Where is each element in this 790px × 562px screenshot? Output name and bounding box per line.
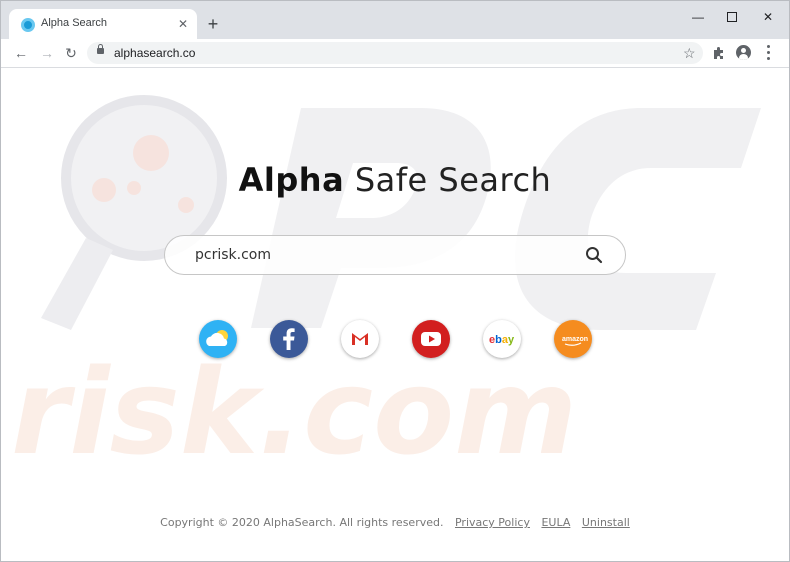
- tab-strip: Alpha Search ✕ + — ✕: [1, 1, 789, 39]
- address-bar[interactable]: alphasearch.co ☆: [87, 42, 703, 64]
- svg-text:amazon: amazon: [562, 336, 588, 343]
- tab-alpha-search[interactable]: Alpha Search ✕: [9, 9, 197, 39]
- gmail-shortcut[interactable]: [341, 320, 379, 358]
- page-title: Alpha Safe Search: [1, 161, 789, 199]
- page-content: risk.com Alpha Safe Search pcrisk.com eb…: [1, 68, 789, 561]
- search-input[interactable]: pcrisk.com: [164, 235, 626, 275]
- gmail-icon: [352, 333, 368, 345]
- url-text[interactable]: alphasearch.co: [114, 46, 195, 60]
- svg-text:ebay: ebay: [489, 334, 515, 346]
- amazon-shortcut[interactable]: amazon: [554, 320, 592, 358]
- youtube-shortcut[interactable]: [412, 320, 450, 358]
- facebook-icon: [283, 328, 295, 350]
- ebay-icon: ebay: [489, 334, 515, 346]
- maximize-icon: [727, 12, 737, 22]
- extensions-puzzle-icon[interactable]: [709, 43, 729, 63]
- browser-window: Alpha Search ✕ + — ✕ ← → ↻ alphasearch.c…: [0, 0, 790, 562]
- alpha-favicon-icon: [21, 18, 35, 32]
- facebook-shortcut[interactable]: [270, 320, 308, 358]
- weather-shortcut[interactable]: [199, 320, 237, 358]
- lock-icon[interactable]: [97, 44, 104, 54]
- title-bold: Alpha: [238, 161, 345, 199]
- amazon-icon: amazon: [562, 336, 588, 346]
- eula-link[interactable]: EULA: [541, 516, 570, 529]
- bookmark-star-icon[interactable]: ☆: [683, 44, 696, 62]
- title-light: Safe Search: [354, 161, 552, 199]
- privacy-policy-link[interactable]: Privacy Policy: [455, 516, 530, 529]
- pcrisk-watermark-logo: risk.com: [11, 95, 761, 481]
- reload-button[interactable]: ↻: [61, 43, 81, 63]
- tab-title: Alpha Search: [41, 17, 108, 29]
- uninstall-link[interactable]: Uninstall: [582, 516, 630, 529]
- maximize-button[interactable]: [717, 5, 747, 29]
- copyright-text: Copyright © 2020 AlphaSearch. All rights…: [160, 516, 444, 529]
- close-window-button[interactable]: ✕: [753, 5, 783, 29]
- page-footer: Copyright © 2020 AlphaSearch. All rights…: [1, 516, 789, 529]
- menu-kebab-icon[interactable]: [767, 45, 771, 61]
- search-icon[interactable]: [585, 246, 603, 264]
- watermark-text: risk.com: [11, 343, 577, 481]
- new-tab-button[interactable]: +: [203, 14, 223, 34]
- search-value[interactable]: pcrisk.com: [195, 247, 271, 263]
- minimize-button[interactable]: —: [683, 5, 713, 29]
- weather-icon: [206, 330, 228, 346]
- back-button[interactable]: ←: [11, 43, 31, 63]
- profile-icon[interactable]: [736, 45, 751, 60]
- forward-button[interactable]: →: [37, 43, 57, 63]
- shortcut-bar: ebay amazon: [199, 320, 599, 360]
- browser-toolbar: ← → ↻ alphasearch.co ☆: [1, 39, 789, 68]
- tab-close-icon[interactable]: ✕: [175, 16, 191, 32]
- youtube-icon: [421, 332, 441, 346]
- ebay-shortcut[interactable]: ebay: [483, 320, 521, 358]
